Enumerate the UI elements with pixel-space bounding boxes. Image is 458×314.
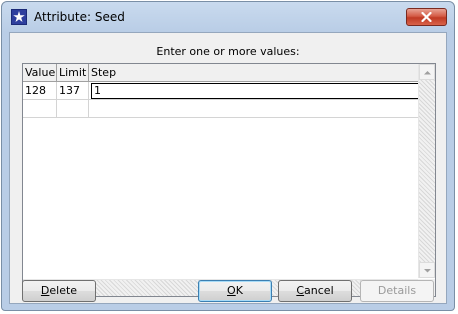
column-header-step[interactable]: Step [89,64,419,82]
cancel-label: ancel [304,284,334,297]
cell-limit[interactable]: 137 [57,82,89,100]
cancel-mnemonic: C [296,284,305,297]
scroll-up-button[interactable] [419,64,435,80]
cancel-button[interactable]: Cancel [278,280,352,302]
cell-step-empty[interactable] [89,100,419,118]
dialog-client-area: Enter one or more values: Value Limit St… [9,32,447,304]
ok-button[interactable]: OK [198,280,272,302]
vertical-scrollbar[interactable] [418,64,435,278]
column-header-value[interactable]: Value [23,64,57,82]
arrow-down-icon [424,269,431,273]
star-app-icon [11,9,27,25]
table-row[interactable]: 128 137 1 [23,82,430,100]
delete-button[interactable]: Delete [22,280,96,302]
title-bar[interactable]: Attribute: Seed [2,2,454,32]
cell-value-empty[interactable] [23,100,57,118]
prompt-label: Enter one or more values: [156,45,300,58]
close-x-icon [421,12,432,22]
close-button[interactable] [406,8,447,26]
column-header-limit[interactable]: Limit [57,64,89,82]
details-button[interactable]: Details [360,280,434,302]
dialog-window: Attribute: Seed Enter one or more values… [1,1,455,311]
table-row-empty[interactable] [23,100,419,118]
step-edit-field[interactable]: 1 [91,83,430,99]
values-table[interactable]: Value Limit Step 128 137 1 [22,63,436,297]
ok-mnemonic: O [227,284,236,297]
scroll-down-button[interactable] [419,262,435,278]
table-header: Value Limit Step [23,64,419,82]
delete-label: elete [49,284,78,297]
cell-value[interactable]: 128 [23,82,57,100]
cell-limit-empty[interactable] [57,100,89,118]
window-title: Attribute: Seed [34,10,125,24]
ok-label: K [235,284,243,297]
arrow-up-icon [424,71,431,75]
